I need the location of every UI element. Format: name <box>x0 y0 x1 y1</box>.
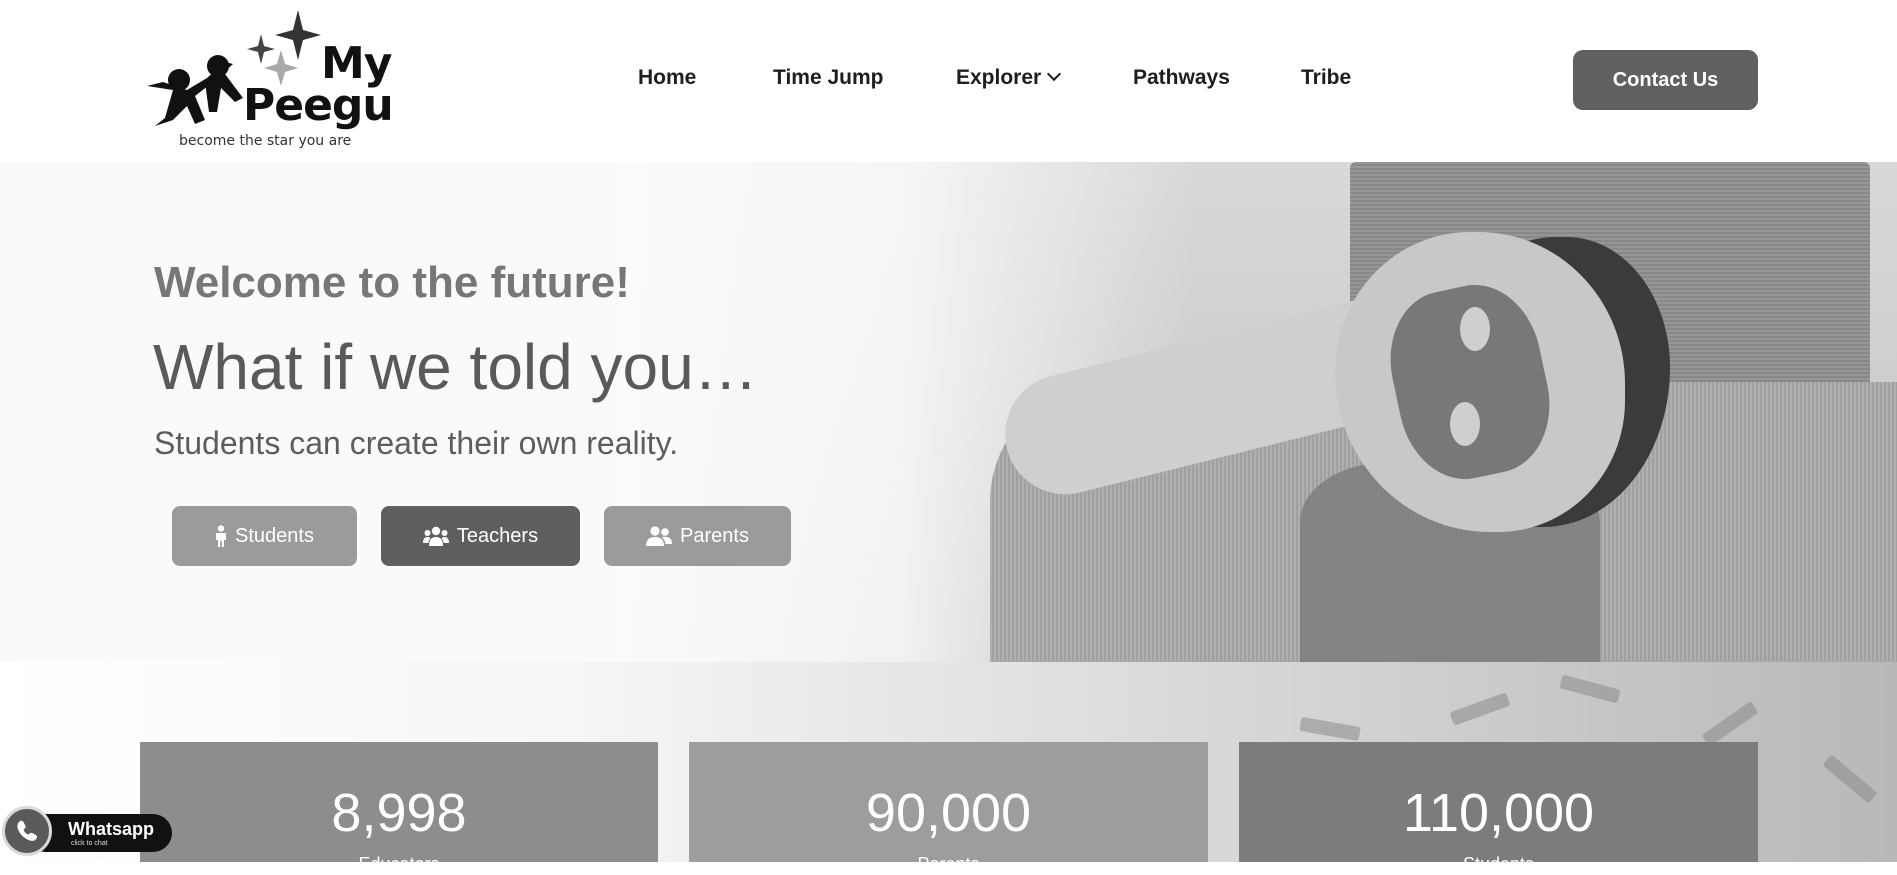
nav-item-explorer[interactable]: Explorer <box>956 66 1062 90</box>
stat-label: Students <box>1462 854 1535 874</box>
chevron-down-icon <box>1047 66 1062 82</box>
logo-word-peegu: Peegu <box>243 80 394 131</box>
students-button-label: Students <box>235 524 314 547</box>
confetti-decoration <box>1449 692 1511 726</box>
brand-logo[interactable]: My Peegu become the star you are <box>143 8 394 156</box>
user-friends-icon <box>646 526 673 546</box>
stat-label: Educators <box>358 854 440 874</box>
hero-welcome-heading: Welcome to the future! <box>154 258 630 307</box>
stat-card-parents: 90,000 Parents <box>689 742 1208 874</box>
whatsapp-subtitle: click to chat <box>71 840 108 847</box>
students-button[interactable]: Students <box>172 506 357 566</box>
stat-label: Parents <box>917 854 980 874</box>
parents-button[interactable]: Parents <box>604 506 791 566</box>
hero-subline: Students can create their own reality. <box>154 425 679 461</box>
users-icon <box>422 526 449 546</box>
teachers-button-label: Teachers <box>456 524 539 547</box>
confetti-decoration <box>1822 754 1878 804</box>
stat-card-students: 110,000 Students <box>1239 742 1758 874</box>
parents-button-label: Parents <box>680 524 749 547</box>
whatsapp-title: Whatsapp <box>68 819 155 839</box>
confetti-decoration <box>1299 716 1361 742</box>
hero-section <box>0 162 1897 662</box>
site-header: My Peegu become the star you are Home Ti… <box>0 0 1897 162</box>
nav-item-home[interactable]: Home <box>638 66 696 90</box>
stat-value: 110,000 <box>1402 783 1595 843</box>
logo-tagline: become the star you are <box>179 133 352 149</box>
whatsapp-chat-button[interactable]: Whatsapp click to chat <box>2 806 172 856</box>
nav-item-tribe[interactable]: Tribe <box>1301 66 1351 90</box>
nav-item-time-jump[interactable]: Time Jump <box>773 66 883 90</box>
nav-item-explorer-label: Explorer <box>956 66 1042 89</box>
nav-item-pathways[interactable]: Pathways <box>1133 66 1230 90</box>
teachers-button[interactable]: Teachers <box>381 506 580 566</box>
stat-value: 8,998 <box>331 783 467 843</box>
contact-us-button[interactable]: Contact Us <box>1573 50 1758 110</box>
hero-headline: What if we told you… <box>153 331 758 403</box>
hero-photo-eye <box>1450 402 1480 446</box>
hero-photo-eye <box>1460 307 1490 351</box>
stat-value: 90,000 <box>865 783 1032 843</box>
child-icon <box>216 525 227 547</box>
stat-card-educators: 8,998 Educators <box>140 742 658 874</box>
confetti-decoration <box>1701 701 1759 747</box>
whatsapp-icon <box>2 806 52 856</box>
confetti-decoration <box>1559 674 1621 704</box>
